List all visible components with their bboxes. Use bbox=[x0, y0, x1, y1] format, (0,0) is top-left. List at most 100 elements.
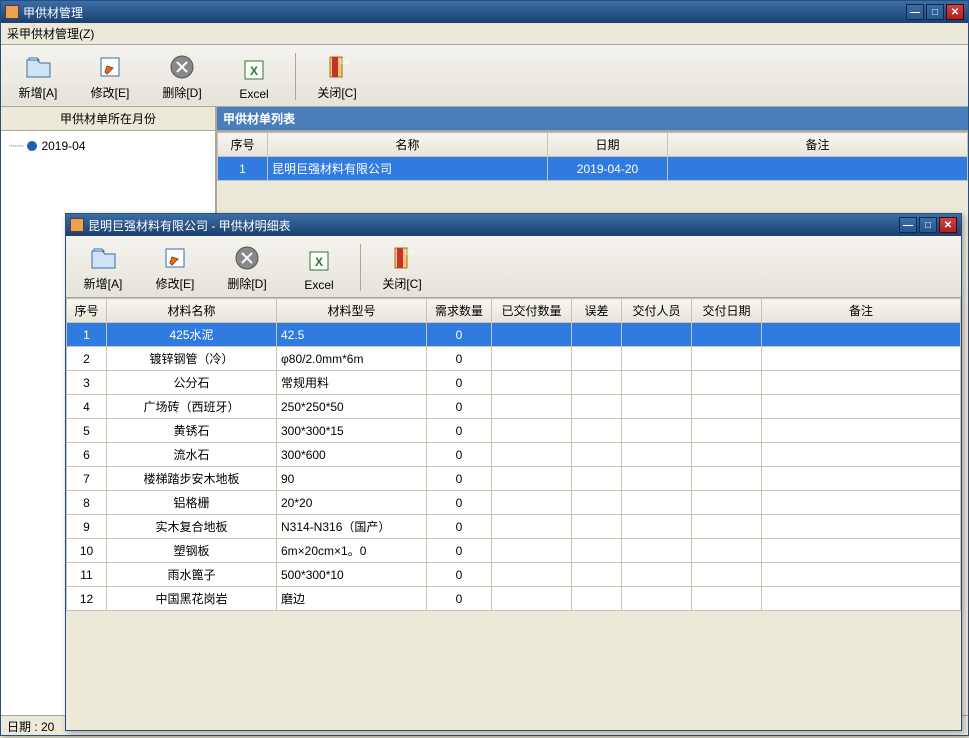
delete-icon bbox=[232, 243, 262, 273]
table-row[interactable]: 9实木复合地板N314-N316（国产）0 bbox=[67, 515, 961, 539]
svg-text:EXIT: EXIT bbox=[405, 251, 415, 257]
toolbar-label: 关闭[C] bbox=[368, 275, 436, 292]
table-row[interactable]: 1425水泥42.50 bbox=[67, 323, 961, 347]
cell-seq: 10 bbox=[67, 539, 107, 563]
cell-remark bbox=[762, 563, 961, 587]
col-seq[interactable]: 序号 bbox=[218, 133, 268, 157]
menu-item[interactable]: 采甲供材管理(Z) bbox=[7, 27, 94, 41]
cell-remark bbox=[762, 539, 961, 563]
cell-err bbox=[572, 587, 622, 611]
status-text: 日期 : 20 bbox=[7, 720, 54, 734]
cell-remark bbox=[762, 467, 961, 491]
cell-req: 0 bbox=[427, 395, 492, 419]
col-matname[interactable]: 材料名称 bbox=[107, 299, 277, 323]
cell-model: 6m×20cm×1。0 bbox=[277, 539, 427, 563]
table-row[interactable]: 11雨水篦子500*300*100 bbox=[67, 563, 961, 587]
close-button[interactable]: ✕ bbox=[946, 4, 964, 20]
col-model[interactable]: 材料型号 bbox=[277, 299, 427, 323]
cell-person bbox=[622, 515, 692, 539]
cell-name: 实木复合地板 bbox=[107, 515, 277, 539]
close-tool-button[interactable]: EXIT 关闭[C] bbox=[302, 49, 372, 104]
minimize-button[interactable]: — bbox=[906, 4, 924, 20]
exit-door-icon: EXIT bbox=[322, 52, 352, 82]
col-person[interactable]: 交付人员 bbox=[622, 299, 692, 323]
table-row[interactable]: 1 昆明巨强材料有限公司 2019-04-20 bbox=[218, 157, 968, 181]
table-row[interactable]: 5黄锈石300*300*150 bbox=[67, 419, 961, 443]
close-button[interactable]: ✕ bbox=[939, 217, 957, 233]
col-date[interactable]: 日期 bbox=[548, 133, 668, 157]
add-button[interactable]: 新增[A] bbox=[3, 49, 73, 104]
delete-button[interactable]: 删除[D] bbox=[212, 240, 282, 295]
cell-remark bbox=[762, 587, 961, 611]
excel-icon: X bbox=[304, 246, 334, 276]
col-remark[interactable]: 备注 bbox=[762, 299, 961, 323]
maximize-button[interactable]: □ bbox=[919, 217, 937, 233]
table-row[interactable]: 12中国黑花岗岩磨边0 bbox=[67, 587, 961, 611]
col-err[interactable]: 误差 bbox=[572, 299, 622, 323]
cell-delivered bbox=[492, 515, 572, 539]
menubar[interactable]: 采甲供材管理(Z) bbox=[1, 23, 968, 45]
pin-icon bbox=[27, 141, 37, 151]
window-title: 甲供材管理 bbox=[23, 4, 902, 21]
cell-err bbox=[572, 563, 622, 587]
cell-name: 流水石 bbox=[107, 443, 277, 467]
folder-add-icon bbox=[88, 243, 118, 273]
titlebar-detail[interactable]: 昆明巨强材料有限公司 - 甲供材明细表 — □ ✕ bbox=[66, 214, 961, 236]
cell-delivered bbox=[492, 587, 572, 611]
cell-name: 雨水篦子 bbox=[107, 563, 277, 587]
exit-door-icon: EXIT bbox=[387, 243, 417, 273]
table-header-row: 序号 材料名称 材料型号 需求数量 已交付数量 误差 交付人员 交付日期 备注 bbox=[67, 299, 961, 323]
table-row[interactable]: 8铝格栅20*200 bbox=[67, 491, 961, 515]
cell-err bbox=[572, 515, 622, 539]
cell-name: 铝格栅 bbox=[107, 491, 277, 515]
tree-node[interactable]: ┈┈ 2019-04 bbox=[9, 137, 207, 155]
delete-icon bbox=[167, 52, 197, 82]
excel-button[interactable]: X Excel bbox=[219, 52, 289, 104]
cell-seq: 9 bbox=[67, 515, 107, 539]
minimize-button[interactable]: — bbox=[899, 217, 917, 233]
excel-button[interactable]: X Excel bbox=[284, 243, 354, 295]
titlebar-main[interactable]: 甲供材管理 — □ ✕ bbox=[1, 1, 968, 23]
list-panel-header: 甲供材单列表 bbox=[217, 107, 968, 131]
cell-model: 300*300*15 bbox=[277, 419, 427, 443]
cell-remark bbox=[762, 323, 961, 347]
cell-req: 0 bbox=[427, 323, 492, 347]
cell-remark bbox=[762, 443, 961, 467]
close-tool-button[interactable]: EXIT 关闭[C] bbox=[367, 240, 437, 295]
cell-remark bbox=[762, 395, 961, 419]
cell-date: 2019-04-20 bbox=[548, 157, 668, 181]
col-name[interactable]: 名称 bbox=[268, 133, 548, 157]
table-row[interactable]: 4广场砖（西班牙）250*250*500 bbox=[67, 395, 961, 419]
cell-model: 20*20 bbox=[277, 491, 427, 515]
col-delivered[interactable]: 已交付数量 bbox=[492, 299, 572, 323]
col-seq[interactable]: 序号 bbox=[67, 299, 107, 323]
cell-req: 0 bbox=[427, 467, 492, 491]
edit-button[interactable]: 修改[E] bbox=[75, 49, 145, 104]
table-row[interactable]: 10塑钢板6m×20cm×1。00 bbox=[67, 539, 961, 563]
detail-table[interactable]: 序号 材料名称 材料型号 需求数量 已交付数量 误差 交付人员 交付日期 备注 … bbox=[66, 298, 961, 611]
edit-button[interactable]: 修改[E] bbox=[140, 240, 210, 295]
table-row[interactable]: 6流水石300*6000 bbox=[67, 443, 961, 467]
supply-list-table[interactable]: 序号 名称 日期 备注 1 昆明巨强材料有限公司 2019-04-20 bbox=[217, 132, 968, 181]
cell-person bbox=[622, 539, 692, 563]
edit-icon bbox=[95, 52, 125, 82]
cell-req: 0 bbox=[427, 587, 492, 611]
table-row[interactable]: 2镀锌钢管（冷）φ80/2.0mm*6m0 bbox=[67, 347, 961, 371]
cell-person bbox=[622, 323, 692, 347]
table-row[interactable]: 3公分石常规用料0 bbox=[67, 371, 961, 395]
cell-ddate bbox=[692, 587, 762, 611]
delete-button[interactable]: 删除[D] bbox=[147, 49, 217, 104]
cell-name: 公分石 bbox=[107, 371, 277, 395]
col-ddate[interactable]: 交付日期 bbox=[692, 299, 762, 323]
cell-remark bbox=[762, 347, 961, 371]
cell-req: 0 bbox=[427, 563, 492, 587]
cell-ddate bbox=[692, 371, 762, 395]
col-req[interactable]: 需求数量 bbox=[427, 299, 492, 323]
maximize-button[interactable]: □ bbox=[926, 4, 944, 20]
cell-delivered bbox=[492, 347, 572, 371]
table-row[interactable]: 7楼梯踏步安木地板900 bbox=[67, 467, 961, 491]
add-button[interactable]: 新增[A] bbox=[68, 240, 138, 295]
app-icon bbox=[5, 5, 19, 19]
col-remark[interactable]: 备注 bbox=[668, 133, 968, 157]
cell-ddate bbox=[692, 419, 762, 443]
